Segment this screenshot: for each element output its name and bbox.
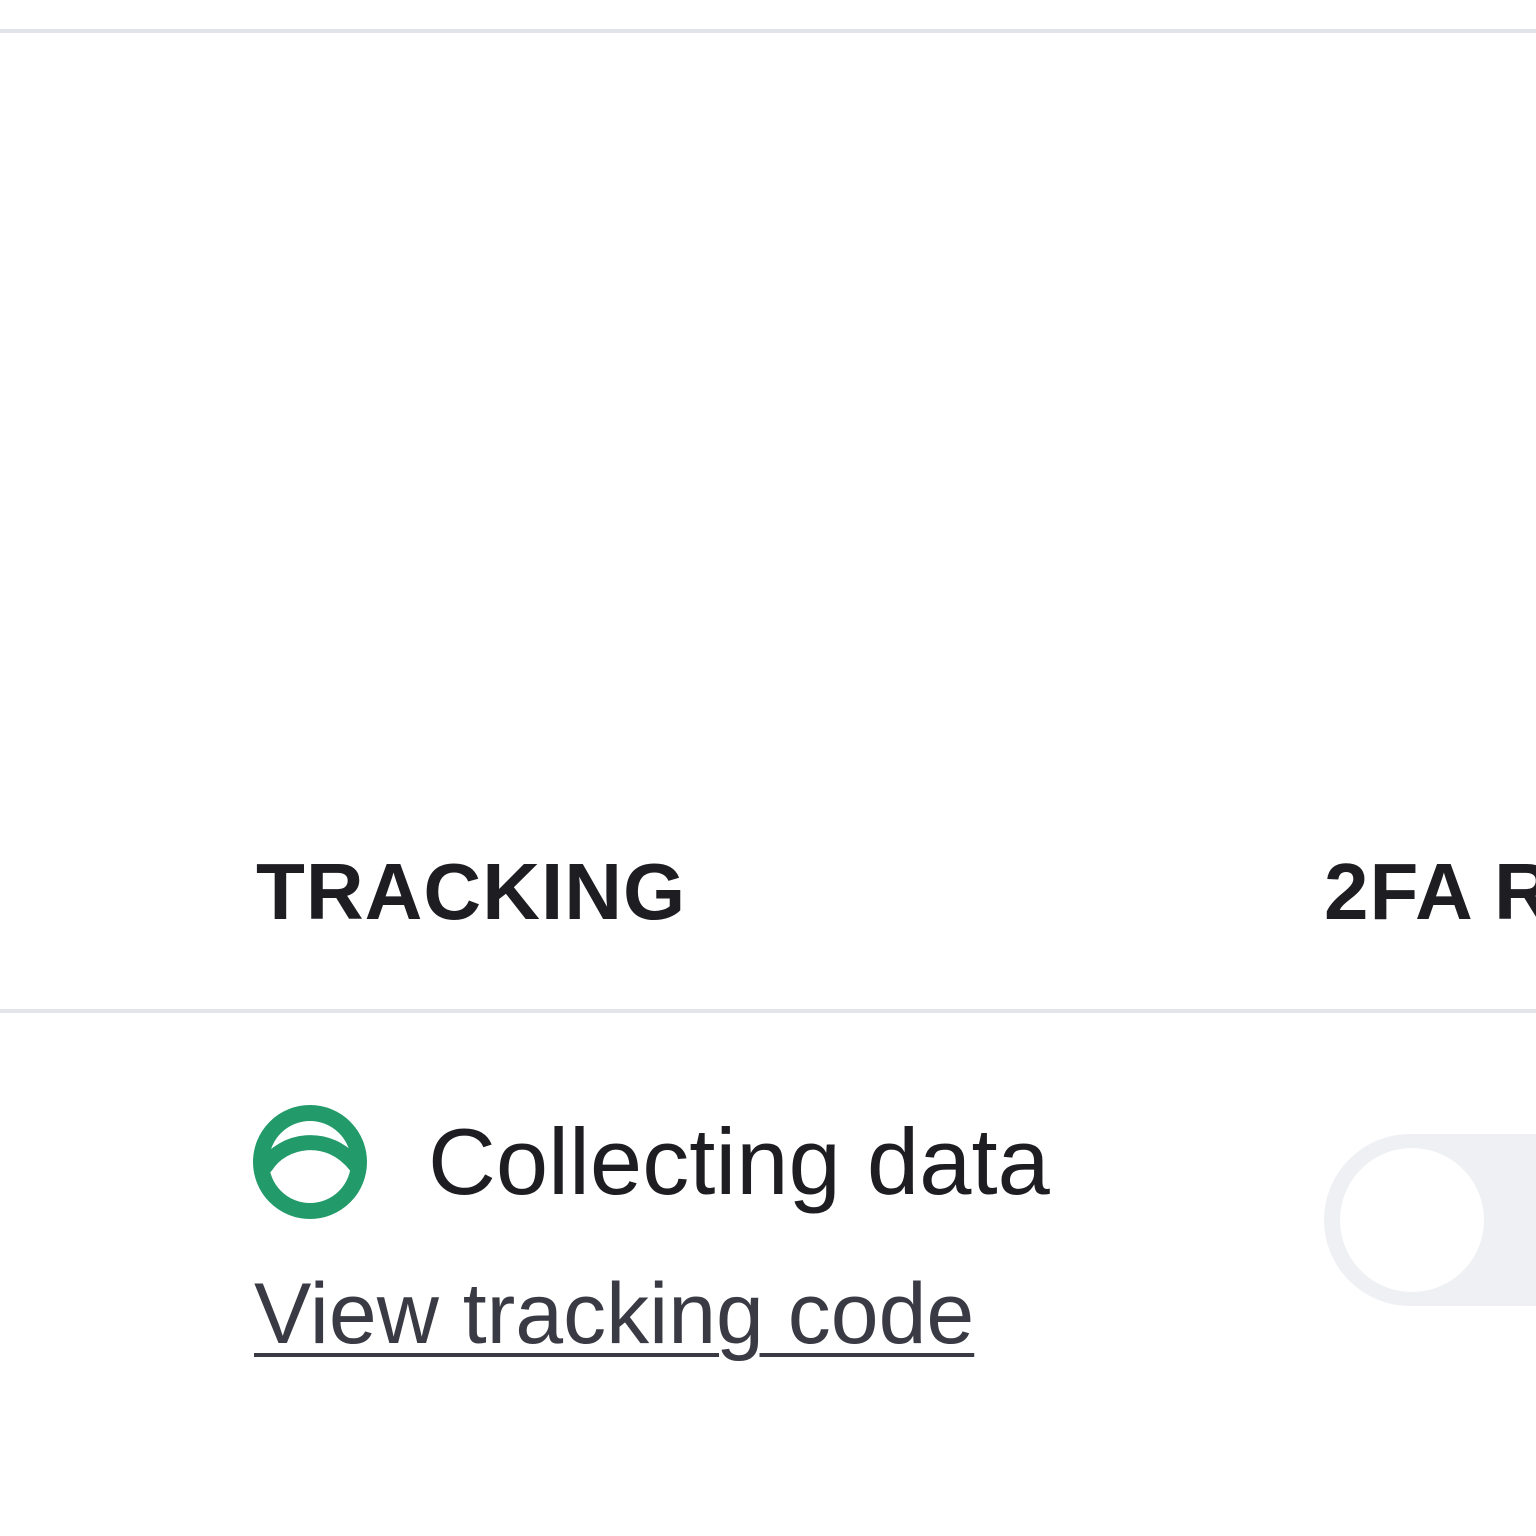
toggle-knob (1340, 1148, 1484, 1292)
table-row-tracking-cell: Collecting data View tracking code (252, 1100, 1152, 1364)
table-header: TRACKING 2FA R (0, 0, 1536, 1012)
column-header-tracking: TRACKING (256, 847, 687, 936)
view-tracking-code-link[interactable]: View tracking code (254, 1264, 974, 1364)
status-collecting-icon (253, 1105, 367, 1219)
tracking-status-text: Collecting data (428, 1109, 1050, 1214)
tracking-status: Collecting data (252, 1100, 1152, 1224)
tracking-table-view: TRACKING 2FA R Collecting data View trac… (0, 0, 1536, 1536)
column-header-2fa: 2FA R (1324, 847, 1536, 936)
twofa-required-toggle[interactable] (1324, 1134, 1536, 1306)
header-divider (0, 1009, 1536, 1013)
